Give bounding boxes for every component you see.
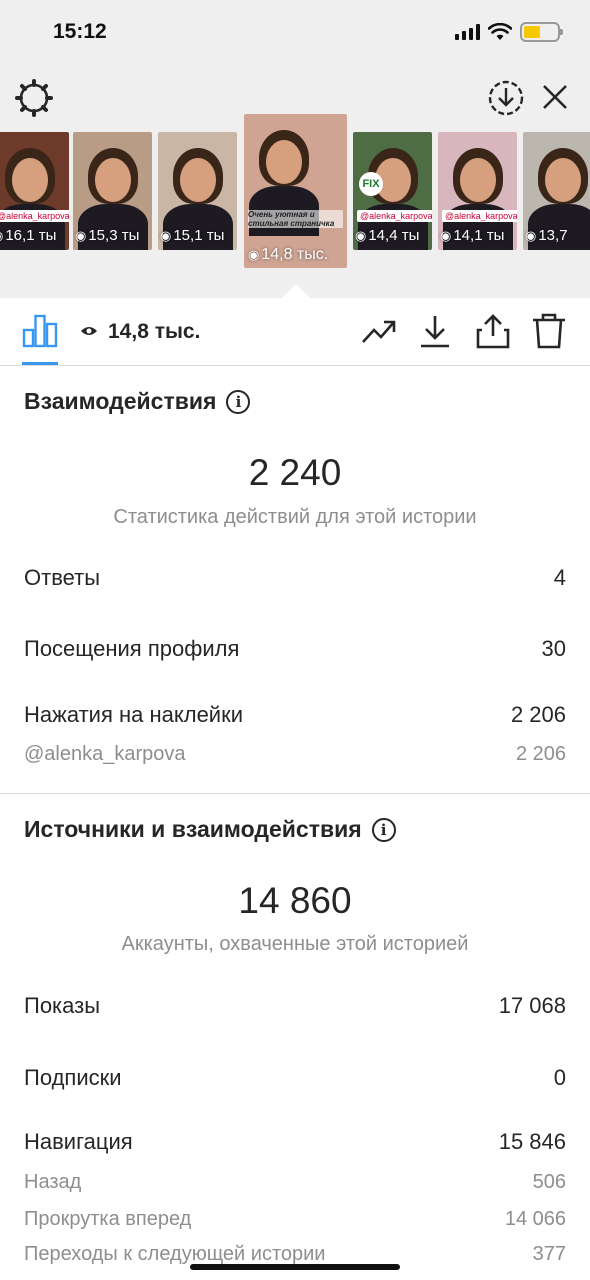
home-indicator[interactable] <box>190 1264 400 1270</box>
eye-icon: ◉ <box>75 228 87 243</box>
story-view-count-text: 13,7 <box>538 227 568 244</box>
selected-story-pointer <box>282 284 310 298</box>
info-icon[interactable]: i <box>226 389 251 414</box>
fix-badge: FIX <box>359 172 383 196</box>
stat-row: Навигация 15 846 <box>24 1129 566 1154</box>
story-archive-strip: @alenka_karpova◉16,1 ты◉15,3 ты◉15,1 тыО… <box>0 64 590 298</box>
story-view-count: ◉16,1 ты <box>0 227 56 244</box>
story-view-count: ◉ 15,3 ты <box>75 227 139 244</box>
close-icon[interactable] <box>538 80 572 114</box>
eye-icon: ◉ <box>248 247 260 262</box>
story-view-count: ◉ 15,1 ты <box>160 227 224 244</box>
story-thumbnail[interactable]: ◉ 13,7 <box>523 132 590 250</box>
stat-row: Показы 17 068 <box>24 993 566 1018</box>
stat-subrow: Назад 506 <box>24 1171 566 1193</box>
mention-sticker: @alenka_karpova <box>442 210 517 222</box>
info-icon[interactable]: i <box>371 817 396 842</box>
story-thumbnail-selected[interactable]: Очень уютная и стильная страничка ◉ 14,8 т… <box>244 114 347 268</box>
share-icon[interactable] <box>474 312 512 350</box>
stat-subrow: Прокрутка вперед 14 066 <box>24 1208 566 1230</box>
story-thumbnail[interactable]: ◉ 15,3 ты <box>73 132 152 250</box>
eye-icon: ◉ <box>160 228 172 243</box>
download-icon[interactable] <box>416 312 454 350</box>
interactions-title: Взаимодействия i <box>24 388 251 415</box>
story-thumbnails: @alenka_karpova◉16,1 ты◉15,3 ты◉15,1 тыО… <box>0 114 590 270</box>
gear-icon[interactable] <box>14 78 54 118</box>
stat-subrow: @alenka_karpova 2 206 <box>24 743 566 765</box>
story-toolbar: 14,8 тыс. <box>0 298 590 366</box>
status-bar: 15:12 <box>0 0 590 64</box>
eye-icon: ◉ <box>440 228 452 243</box>
stat-row: Подписки 0 <box>24 1065 566 1090</box>
tab-insights-indicator <box>22 362 58 365</box>
status-time: 15:12 <box>53 20 107 43</box>
stat-subrow: Переходы к следующей истории 377 <box>24 1243 566 1265</box>
story-view-count: ◉ 14,8 тыс. <box>248 246 328 264</box>
stat-row: Посещения профиля 30 <box>24 636 566 661</box>
mention-sticker: @alenka_karpova <box>0 210 69 222</box>
story-thumbnail[interactable]: @alenka_karpova ◉ 14,1 ты <box>438 132 517 250</box>
stat-row: Нажатия на наклейки 2 206 <box>24 702 566 727</box>
story-view-count-text: 14,1 ты <box>453 227 505 244</box>
cellular-signal-icon <box>455 24 480 40</box>
download-circle-icon[interactable] <box>486 78 526 118</box>
mention-sticker: @alenka_karpova <box>357 210 432 222</box>
eye-icon <box>81 327 97 335</box>
status-icons <box>455 22 563 42</box>
discovery-caption: Аккаунты, охваченные этой историей <box>121 933 469 955</box>
eye-icon: ◉ <box>525 228 537 243</box>
story-thumbnail[interactable]: @alenka_karpova ◉16,1 ты <box>0 132 69 250</box>
story-view-count: ◉ 13,7 <box>525 227 568 244</box>
story-view-count: ◉ 14,1 ты <box>440 227 504 244</box>
interactions-total: 2 240 <box>248 452 342 493</box>
story-view-count-text: 14,4 ты <box>368 227 420 244</box>
story-thumbnail[interactable]: @alenka_karpova FIX ◉ 14,4 ты <box>353 132 432 250</box>
wifi-icon <box>488 23 512 40</box>
story-view-count: ◉ 14,4 ты <box>355 227 419 244</box>
battery-icon <box>520 22 563 42</box>
stat-row: Ответы 4 <box>24 565 566 590</box>
trash-icon[interactable] <box>530 312 568 350</box>
eye-icon: ◉ <box>0 228 3 243</box>
interactions-caption: Статистика действий для этой истории <box>113 506 477 528</box>
story-caption: Очень уютная и стильная страничка <box>248 210 343 228</box>
trending-up-icon[interactable] <box>360 312 398 350</box>
story-view-count-text: 15,3 ты <box>88 227 140 244</box>
story-thumbnail[interactable]: ◉ 15,1 ты <box>158 132 237 250</box>
story-view-count-text: 14,8 тыс. <box>261 246 329 263</box>
bar-chart-icon[interactable] <box>22 312 58 348</box>
eye-icon: ◉ <box>355 228 367 243</box>
discovery-title: Источники и взаимодействия i <box>24 816 396 843</box>
story-view-count-text: 15,1 ты <box>173 227 225 244</box>
section-divider <box>0 793 590 794</box>
story-view-count-text: 16,1 ты <box>5 227 57 244</box>
views-count: 14,8 тыс. <box>108 320 201 343</box>
discovery-total: 14 860 <box>238 880 352 921</box>
